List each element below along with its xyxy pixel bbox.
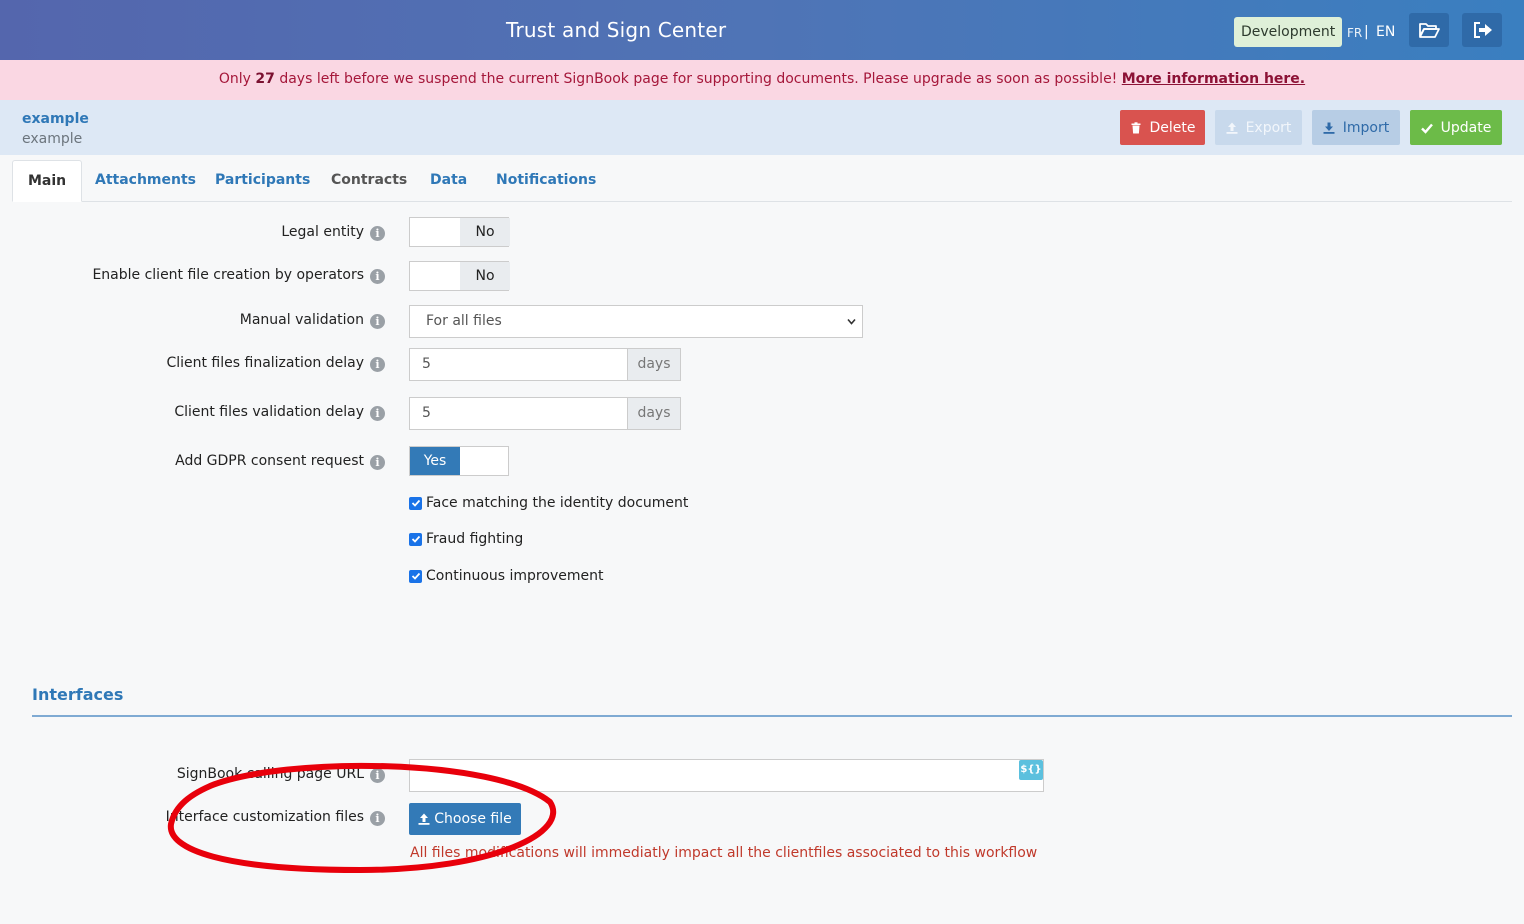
info-icon[interactable]: i xyxy=(370,269,385,284)
validation-delay-group: 5 days xyxy=(409,397,681,430)
fraud-fighting-checkbox[interactable]: Fraud fighting xyxy=(409,531,523,547)
info-icon[interactable]: i xyxy=(370,406,385,421)
app-title: Trust and Sign Center xyxy=(506,18,727,42)
calling-page-url-label: SignBook calling page URL xyxy=(176,766,364,782)
trash-icon xyxy=(1131,121,1140,133)
finalization-delay-group: 5 days xyxy=(409,348,681,381)
tab-bar: Main Attachments Participants Contracts … xyxy=(12,160,1512,202)
upload-icon xyxy=(1226,122,1238,134)
import-button[interactable]: Import xyxy=(1312,110,1400,145)
customization-files-label: Interface customization files xyxy=(165,809,364,825)
record-subtitle: example xyxy=(22,131,83,147)
face-matching-label: Face matching the identity document xyxy=(426,495,689,511)
legal-entity-toggle[interactable]: No xyxy=(409,217,510,247)
info-icon[interactable]: i xyxy=(370,768,385,783)
checkbox-checked-icon xyxy=(409,569,422,583)
folder-open-icon xyxy=(1419,23,1440,38)
toggle-no-label: No xyxy=(460,218,510,246)
sign-out-icon xyxy=(1474,22,1492,38)
logout-button[interactable] xyxy=(1462,13,1502,47)
validation-delay-unit: days xyxy=(627,397,681,430)
export-label: Export xyxy=(1245,119,1292,136)
delete-label: Delete xyxy=(1149,119,1196,136)
manual-validation-select[interactable]: For all files xyxy=(409,305,863,338)
info-icon[interactable]: i xyxy=(370,455,385,470)
notice-text-start: Only xyxy=(218,71,256,87)
checkbox-checked-icon xyxy=(409,496,422,510)
finalization-delay-label: Client files finalization delay xyxy=(166,355,364,371)
language-fr-link[interactable]: FR xyxy=(1347,26,1362,40)
modification-warning: All files modifications will immediatly … xyxy=(410,845,1038,861)
validation-delay-input[interactable]: 5 xyxy=(409,397,628,430)
client-file-creation-label: Enable client file creation by operators xyxy=(92,267,364,283)
continuous-improvement-label: Continuous improvement xyxy=(426,568,604,584)
choose-file-button[interactable]: Choose file xyxy=(409,803,521,835)
info-icon[interactable]: i xyxy=(370,357,385,372)
finalization-delay-unit: days xyxy=(627,348,681,381)
toggle-no-label: No xyxy=(460,262,510,290)
gdpr-consent-label: Add GDPR consent request xyxy=(175,453,364,469)
calling-page-url-input[interactable] xyxy=(409,759,1044,792)
download-icon xyxy=(1323,122,1335,134)
chevron-down-icon xyxy=(847,318,856,325)
tab-notifications[interactable]: Notifications xyxy=(496,160,596,202)
checkbox-checked-icon xyxy=(409,532,422,546)
interfaces-section-title: Interfaces xyxy=(32,685,124,704)
continuous-improvement-checkbox[interactable]: Continuous improvement xyxy=(409,568,603,584)
tab-attachments[interactable]: Attachments xyxy=(95,160,196,202)
upload-icon xyxy=(418,813,430,825)
tab-participants[interactable]: Participants xyxy=(215,160,310,202)
record-name: example xyxy=(22,111,89,127)
manual-validation-value: For all files xyxy=(426,313,502,329)
environment-badge: Development xyxy=(1234,17,1343,47)
tab-main[interactable]: Main xyxy=(12,160,83,202)
update-label: Update xyxy=(1440,119,1492,136)
info-icon[interactable]: i xyxy=(370,314,385,329)
face-matching-checkbox[interactable]: Face matching the identity document xyxy=(409,495,688,511)
section-divider xyxy=(32,715,1512,717)
manual-validation-label: Manual validation xyxy=(239,312,364,328)
tab-contracts[interactable]: Contracts xyxy=(331,160,407,202)
upgrade-notice-banner: Only 27 days left before we suspend the … xyxy=(0,60,1524,100)
toggle-yes-label: Yes xyxy=(410,447,460,475)
language-separator: | xyxy=(1364,24,1369,40)
client-file-creation-toggle[interactable]: No xyxy=(409,261,510,291)
notice-text-end: days left before we suspend the current … xyxy=(274,71,1122,87)
fraud-fighting-label: Fraud fighting xyxy=(426,531,524,547)
check-icon xyxy=(1420,123,1433,134)
notice-days-count: 27 xyxy=(255,71,275,87)
info-icon[interactable]: i xyxy=(370,226,385,241)
gdpr-consent-toggle[interactable]: Yes xyxy=(409,446,509,476)
info-icon[interactable]: i xyxy=(370,811,385,826)
open-folder-button[interactable] xyxy=(1409,13,1449,47)
export-button[interactable]: Export xyxy=(1215,110,1302,145)
choose-file-label: Choose file xyxy=(434,811,512,827)
import-label: Import xyxy=(1342,119,1390,136)
more-information-link[interactable]: More information here. xyxy=(1122,71,1305,87)
delete-button[interactable]: Delete xyxy=(1120,110,1205,145)
validation-delay-label: Client files validation delay xyxy=(174,404,364,420)
language-en-link[interactable]: EN xyxy=(1376,24,1395,40)
update-button[interactable]: Update xyxy=(1410,110,1502,145)
tab-data[interactable]: Data xyxy=(430,160,467,202)
legal-entity-label: Legal entity xyxy=(281,224,364,240)
finalization-delay-input[interactable]: 5 xyxy=(409,348,628,381)
variable-insert-button[interactable]: ${} xyxy=(1019,760,1043,780)
